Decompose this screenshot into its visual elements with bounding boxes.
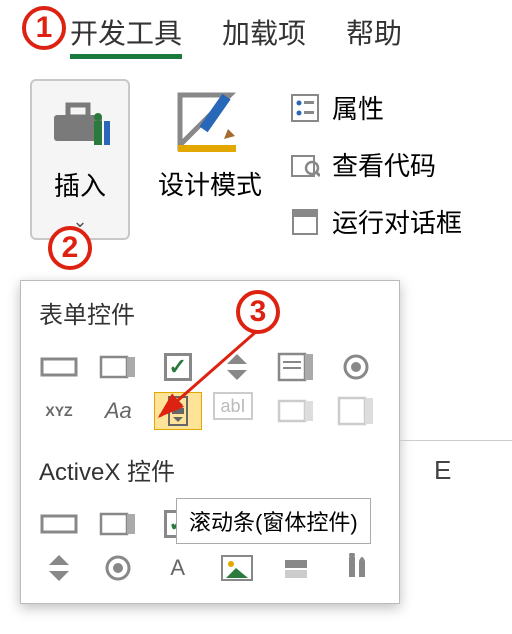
combo-disabled-icon [272,392,320,430]
button-control-icon[interactable] [35,348,83,386]
ax-image-icon[interactable] [213,549,261,587]
ax-option-icon[interactable] [94,549,142,587]
spinner-control-icon[interactable] [213,348,261,386]
view-code-label: 查看代码 [332,146,436,183]
properties-button[interactable]: 属性 [290,89,462,126]
properties-icon [290,93,320,123]
list-disabled-icon [332,392,380,430]
tooltip: 滚动条(窗体控件) [176,498,371,544]
worksheet-grid[interactable]: E [400,440,512,634]
activex-controls-header: ActiveX 控件 [25,442,395,497]
insert-controls-popup: 表单控件 ✓ XYZ Aa abI ActiveX 控件 ✓ A [20,280,400,604]
design-mode-button[interactable]: 设计模式 [150,79,270,208]
annotation-marker-2: 2 [48,226,92,270]
view-code-button[interactable]: 查看代码 [290,146,462,183]
optionbutton-control-icon[interactable] [332,348,380,386]
label-control-icon[interactable]: XYZ [35,392,83,430]
view-code-icon [290,150,320,180]
checkbox-control-icon[interactable]: ✓ [154,348,202,386]
ax-more-icon[interactable] [332,549,380,587]
ax-combobox-icon[interactable] [94,505,142,543]
design-mode-label: 设计模式 [158,165,262,202]
scrollbar-control-icon[interactable] [154,392,202,430]
combobox-control-icon[interactable] [94,348,142,386]
textbox-disabled-icon: abI [213,392,253,420]
tab-addins[interactable]: 加载项 [222,12,306,59]
properties-label: 属性 [332,89,384,126]
column-header-e[interactable]: E [434,455,451,486]
toolbox-icon [48,91,112,152]
annotation-marker-1: 1 [22,6,66,50]
listbox-control-icon[interactable] [272,348,320,386]
tab-developer[interactable]: 开发工具 [70,12,182,59]
run-dialog-label: 运行对话框 [332,203,462,240]
ax-toggle-icon[interactable] [272,549,320,587]
ax-spinner-icon[interactable] [35,549,83,587]
groupbox-control-icon[interactable]: Aa [94,392,142,430]
design-mode-icon [170,85,250,157]
insert-label: 插入 [54,166,106,203]
run-dialog-icon [290,207,320,237]
form-controls-header: 表单控件 [25,285,395,340]
ax-button-icon[interactable] [35,505,83,543]
annotation-marker-3: 3 [236,290,280,334]
run-dialog-button[interactable]: 运行对话框 [290,203,462,240]
ax-label-icon[interactable]: A [154,549,202,587]
insert-button[interactable]: 插入 ⌄ [30,79,130,240]
tab-help[interactable]: 帮助 [346,12,402,59]
